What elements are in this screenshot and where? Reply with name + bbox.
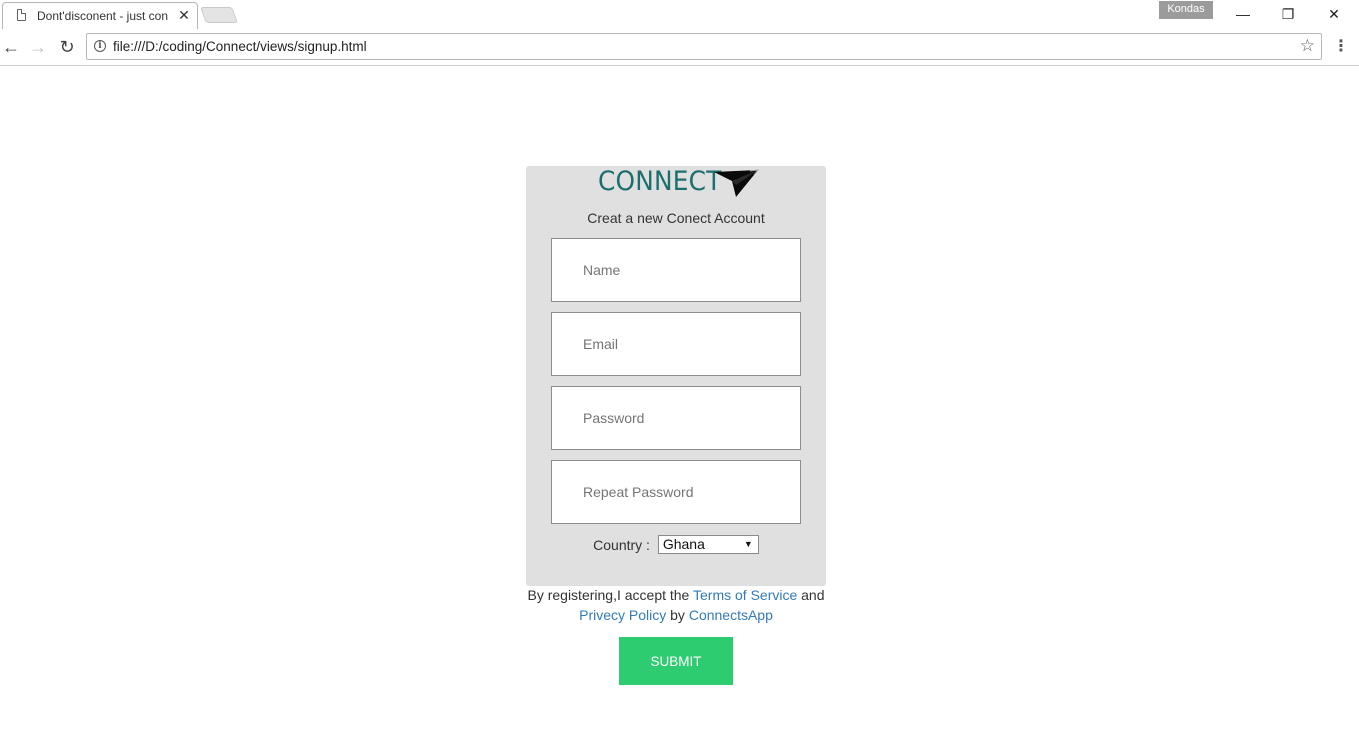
chevron-down-icon: ▼ (743, 539, 753, 549)
new-tab-button[interactable] (200, 7, 238, 23)
password-input[interactable] (551, 386, 801, 450)
restore-icon[interactable]: ❐ (1266, 2, 1310, 26)
paper-plane-icon (714, 169, 760, 197)
browser-toolbar: ← → ↻ i file:///D:/coding/Connect/views/… (0, 29, 1359, 66)
terms-by: by (670, 607, 685, 623)
close-window-icon[interactable]: ✕ (1312, 2, 1356, 26)
terms-and: and (801, 587, 825, 603)
country-select[interactable]: Ghana ▼ (657, 535, 759, 554)
address-bar[interactable]: i file:///D:/coding/Connect/views/signup… (86, 33, 1322, 60)
terms-prefix: By registering,I accept the (527, 587, 690, 603)
logo: CONNECT (598, 164, 768, 204)
repeat-password-input[interactable] (551, 460, 801, 524)
tab-title: Dont'disconent - just con (37, 9, 169, 23)
country-selected-value: Ghana (662, 536, 705, 552)
profile-badge[interactable]: Kondas (1159, 1, 1213, 19)
forward-icon[interactable]: → (27, 36, 49, 58)
country-label: Country : (593, 536, 650, 553)
name-input[interactable] (551, 238, 801, 302)
browser-titlebar: Dont'disconent - just con ✕ Kondas — ❐ ✕ (0, 0, 1359, 30)
minimize-icon[interactable]: — (1221, 2, 1265, 26)
country-row: Country : Ghana ▼ (526, 535, 826, 555)
terms-of-service-link[interactable]: Terms of Service (693, 587, 797, 603)
back-icon[interactable]: ← (0, 36, 22, 58)
reload-icon[interactable]: ↻ (56, 36, 78, 58)
terms-text: By registering,I accept the Terms of Ser… (500, 585, 852, 625)
email-input[interactable] (551, 312, 801, 376)
bookmark-star-icon[interactable]: ☆ (1300, 36, 1315, 56)
privacy-policy-link[interactable]: Privecy Policy (579, 607, 666, 623)
connectsapp-link[interactable]: ConnectsApp (689, 607, 773, 623)
logo-text: CONNECT (598, 166, 722, 197)
page-subtitle: Creat a new Conect Account (587, 210, 765, 226)
browser-tab[interactable]: Dont'disconent - just con ✕ (2, 2, 198, 29)
submit-button[interactable]: SUBMIT (619, 637, 733, 685)
tab-close-icon[interactable]: ✕ (176, 7, 192, 23)
browser-menu-icon[interactable]: ⋮ (1331, 36, 1351, 58)
info-icon[interactable]: i (94, 40, 106, 52)
url-text[interactable]: file:///D:/coding/Connect/views/signup.h… (113, 39, 367, 54)
page-icon (17, 9, 26, 21)
